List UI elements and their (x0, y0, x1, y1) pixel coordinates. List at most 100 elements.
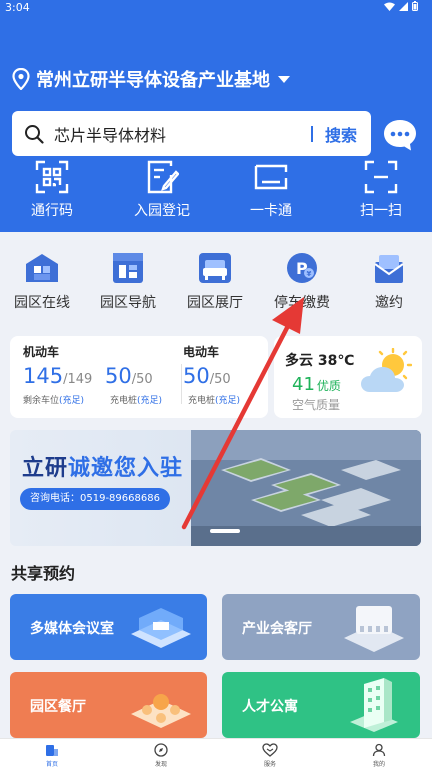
quick-action-label: 入园登记 (134, 203, 190, 219)
service-label: 邀约 (375, 295, 403, 311)
tab-label: 我的 (372, 761, 385, 768)
motor-spaces-count: 145 (23, 364, 64, 388)
service-grid: 园区在线 园区导航 园区展厅 P ¥ 停车缴费 邀约 (0, 252, 432, 318)
lounge-illustration (344, 606, 404, 652)
banner-title-prefix: 立研 (22, 456, 69, 481)
search-icon (25, 124, 44, 144)
motor-vehicle-label: 机动车 (23, 345, 60, 359)
motor-chargers-caption: 充电桩(充足) (110, 393, 162, 406)
status-icons (384, 1, 418, 11)
banner-title: 立研诚邀您入驻 (22, 450, 183, 482)
wifi-icon (384, 2, 395, 11)
tile-industry-lounge[interactable]: 产业会客厅 (222, 594, 420, 660)
parking-status-card[interactable]: 机动车 电动车 145/149 剩余车位(充足) 50/50 充电桩(充足) 5… (10, 336, 268, 418)
banner-phone-pill[interactable]: 咨询电话：0519-89668686 (20, 488, 170, 510)
signal-icon (399, 1, 408, 11)
tile-label: 园区餐厅 (30, 699, 86, 715)
weather-card[interactable]: 多云 38℃ 41 优质 空气质量 (274, 336, 422, 418)
carousel-indicator (210, 529, 240, 533)
location-pin-icon (12, 68, 30, 90)
tile-park-restaurant[interactable]: 园区餐厅 (10, 672, 207, 738)
motor-chargers-status: (充足) (137, 396, 163, 406)
quick-action-label: 一卡通 (250, 203, 292, 219)
status-bar: 3:04 (0, 0, 432, 16)
ev-chargers-status: (充足) (215, 396, 241, 406)
meeting-room-illustration (131, 608, 191, 648)
service-park-online[interactable]: 园区在线 (2, 252, 82, 312)
quick-action-register[interactable]: 入园登记 (117, 160, 207, 220)
service-parking-pay[interactable]: P ¥ 停车缴费 (262, 252, 342, 312)
quick-action-scan[interactable]: 扫一扫 (336, 160, 426, 220)
tile-label: 产业会客厅 (242, 621, 312, 637)
motor-chargers-label: 充电桩 (110, 396, 138, 406)
card-icon (254, 164, 288, 190)
ev-chargers-label: 充电桩 (188, 396, 216, 406)
tile-label: 人才公寓 (242, 699, 298, 715)
quick-action-label: 通行码 (31, 203, 73, 219)
tab-home[interactable]: 首页 (22, 743, 82, 768)
tab-label: 服务 (263, 761, 276, 768)
restaurant-illustration (131, 694, 191, 728)
service-label: 园区在线 (14, 295, 70, 311)
ev-chargers-total: /50 (209, 372, 231, 387)
ev-chargers-caption: 充电桩(充足) (188, 393, 240, 406)
tile-talent-apartment[interactable]: 人才公寓 (222, 672, 420, 738)
qr-code-icon (35, 160, 69, 194)
partly-cloudy-icon (361, 348, 412, 392)
service-label: 园区展厅 (187, 295, 243, 311)
quick-action-label: 扫一扫 (360, 203, 402, 219)
tab-discover[interactable]: 发现 (131, 743, 191, 768)
banner-title-highlight: 诚邀您入驻 (68, 456, 184, 481)
ev-label: 电动车 (183, 345, 220, 359)
invite-icon (374, 255, 404, 283)
quick-action-pass-code[interactable]: 通行码 (7, 160, 97, 220)
motor-spaces-label: 剩余车位 (23, 396, 60, 406)
service-label: 园区导航 (100, 295, 156, 311)
aqi-label: 空气质量 (292, 398, 341, 412)
heart-hands-icon (262, 743, 278, 757)
motor-chargers-count: 50 (105, 364, 132, 388)
search-input[interactable]: 芯片半导体材料 (54, 122, 311, 146)
search-divider (311, 125, 313, 142)
chevron-down-icon (278, 75, 290, 83)
register-icon (147, 160, 179, 194)
quick-action-card[interactable]: 一卡通 (226, 160, 316, 220)
scan-icon (364, 160, 398, 194)
motor-spaces-value: 145/149 (23, 364, 92, 388)
tile-label: 多媒体会议室 (30, 621, 114, 637)
tile-multimedia-meeting-room[interactable]: 多媒体会议室 (10, 594, 207, 660)
aqi-number: 41 (292, 374, 315, 395)
quick-actions: 通行码 入园登记 一卡通 扫一扫 (0, 160, 432, 222)
service-park-nav[interactable]: 园区导航 (88, 252, 168, 312)
ev-chargers-count: 50 (183, 364, 210, 388)
location-name: 常州立研半导体设备产业基地 (36, 70, 270, 91)
aqi-value: 41 优质 (292, 374, 341, 395)
motor-spaces-status: (充足) (59, 396, 85, 406)
battery-icon (412, 1, 418, 11)
svg-text:¥: ¥ (307, 270, 312, 278)
tab-service[interactable]: 服务 (240, 743, 300, 768)
compass-icon (154, 743, 168, 757)
motor-spaces-total: /149 (63, 372, 93, 387)
park-nav-icon (113, 253, 143, 283)
motor-chargers-value: 50/50 (105, 364, 153, 388)
search-button[interactable]: 搜索 (325, 122, 357, 146)
service-invite[interactable]: 邀约 (349, 252, 429, 312)
aqi-level: 优质 (316, 379, 341, 393)
home-icon (46, 745, 58, 756)
promo-banner[interactable]: 立研诚邀您入驻 咨询电话：0519-89668686 (10, 430, 421, 546)
location-selector[interactable]: 常州立研半导体设备产业基地 (12, 66, 290, 92)
park-online-icon (26, 254, 58, 282)
motor-spaces-caption: 剩余车位(充足) (23, 393, 84, 406)
parking-pay-icon: P¥ (287, 253, 317, 283)
user-icon (372, 743, 386, 757)
service-label: 停车缴费 (274, 295, 330, 311)
search-bar[interactable]: 芯片半导体材料 搜索 (12, 111, 371, 156)
message-icon[interactable] (381, 116, 419, 154)
tab-label: 发现 (154, 761, 167, 768)
showroom-icon (199, 253, 231, 283)
status-time: 3:04 (5, 1, 30, 14)
service-showroom[interactable]: 园区展厅 (175, 252, 255, 312)
tab-me[interactable]: 我的 (349, 743, 409, 768)
apartment-illustration (350, 678, 398, 732)
